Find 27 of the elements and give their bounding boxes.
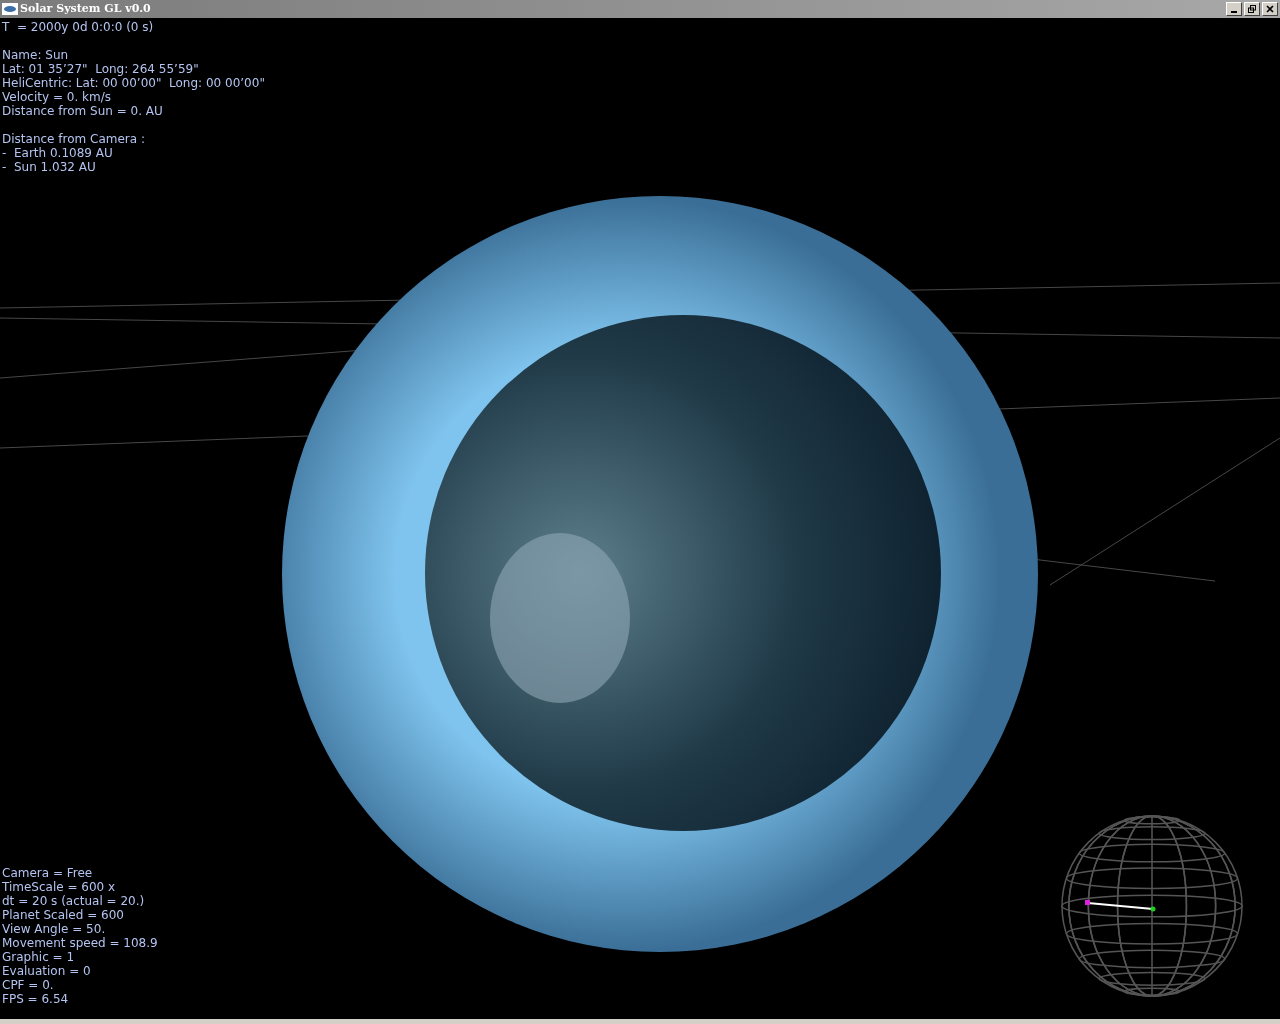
info-text: Distance from Sun = 0. AU [2, 104, 163, 118]
restore-icon [1248, 5, 1256, 13]
status-text: Movement speed = 108.9 [2, 936, 158, 950]
status-text: Evaluation = 0 [2, 964, 91, 978]
info-text: HeliCentric: Lat: 00 00’00" Long: 00 00’00" [2, 76, 265, 90]
app-icon [2, 3, 18, 15]
status-text: CPF = 0. [2, 978, 54, 992]
info-text: Lat: 01 35’27" Long: 264 55’59" [2, 62, 199, 76]
info-text: Distance from Camera : [2, 132, 145, 146]
info-text: T = 2000y 0d 0:0:0 (0 s) [2, 20, 154, 34]
close-button[interactable] [1262, 2, 1278, 16]
status-text: TimeScale = 600 x [2, 880, 116, 894]
status-text: Graphic = 1 [2, 950, 75, 964]
status-text: dt = 20 s (actual = 20.) [2, 894, 145, 908]
restore-button[interactable] [1244, 2, 1260, 16]
minimize-button[interactable] [1226, 2, 1242, 16]
info-text: - Earth 0.1089 AU [2, 146, 113, 160]
window-title: Solar System GL v0.0 [20, 0, 151, 17]
status-text: Camera = Free [2, 866, 93, 880]
status-text: FPS = 6.54 [2, 992, 69, 1006]
info-text: Name: Sun [2, 48, 69, 62]
orientation-globe-icon [1061, 815, 1243, 997]
info-text: Velocity = 0. km/s [2, 90, 111, 104]
close-icon [1266, 5, 1274, 13]
status-text: View Angle = 50. [2, 922, 106, 936]
info-text: - Sun 1.032 AU [2, 160, 96, 174]
status-text: Planet Scaled = 600 [2, 908, 124, 922]
